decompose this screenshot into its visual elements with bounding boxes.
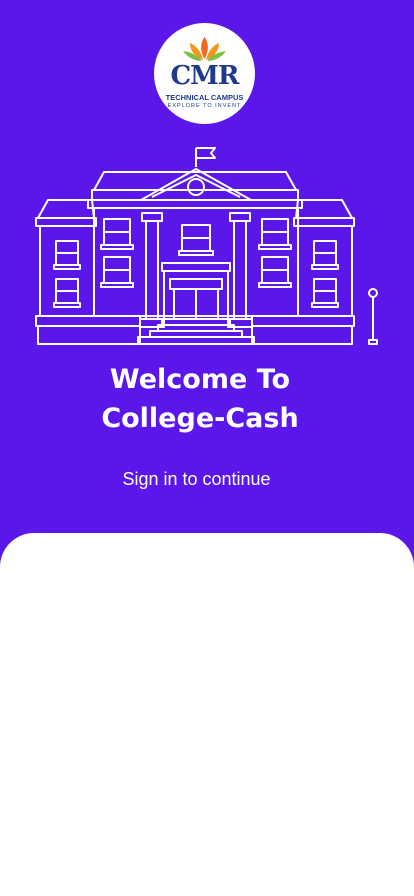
college-building-icon [35,147,378,345]
college-logo: CMR TECHNICAL CAMPUS EXPLORE TO INVENT [154,23,255,124]
sign-in-subtitle: Sign in to continue [122,469,271,489]
logo-name: CMR [170,61,239,91]
logo-subtitle: TECHNICAL CAMPUS [165,93,244,102]
welcome-title-line2: College-Cash [101,403,299,434]
bottom-sheet [0,533,414,896]
welcome-title-line1: Welcome To [109,364,291,395]
welcome-title: Welcome To College-Cash [0,360,400,438]
logo-tagline: EXPLORE TO INVENT [167,103,242,109]
